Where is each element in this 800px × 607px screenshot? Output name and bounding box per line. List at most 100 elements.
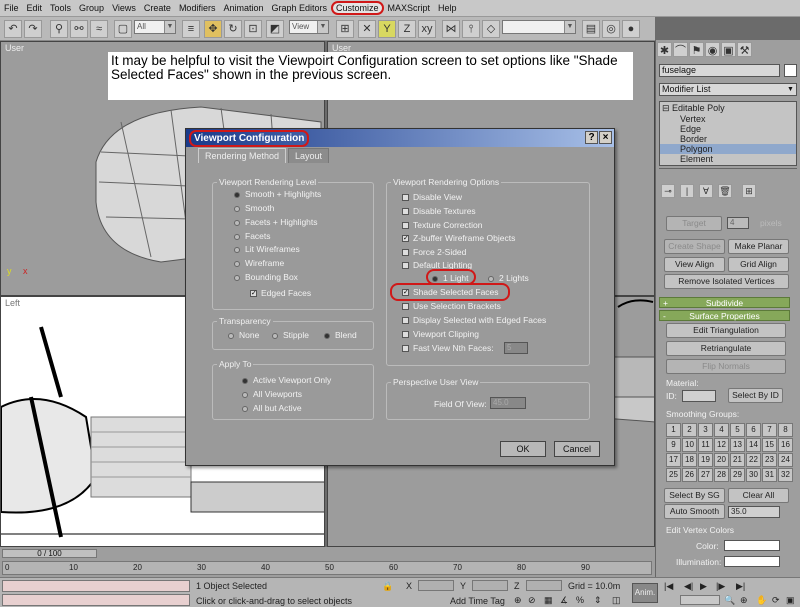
smoothing-group-button[interactable]: 24 (778, 453, 793, 467)
select-by-id-button[interactable]: Select By ID (728, 388, 783, 403)
angle-snap-icon[interactable]: ∡ (560, 595, 568, 606)
utilities-tab-icon[interactable]: ⚒ (737, 42, 752, 57)
checkbox-disable-view[interactable]: Disable View (402, 192, 462, 202)
select-scale-icon[interactable]: ⊡ (244, 20, 262, 38)
radio-1-light[interactable]: 1 Light (432, 273, 469, 283)
select-move-icon[interactable]: ✥ (204, 20, 222, 38)
smoothing-group-button[interactable]: 11 (698, 438, 713, 452)
checkbox-viewport-clipping[interactable]: Viewport Clipping (402, 329, 479, 339)
smoothing-group-button[interactable]: 18 (682, 453, 697, 467)
configure-sets-icon[interactable]: ⊞ (742, 184, 756, 198)
smoothing-group-button[interactable]: 16 (778, 438, 793, 452)
checkbox-fast-view-nth[interactable]: Fast View Nth Faces: (402, 343, 494, 353)
menu-animation[interactable]: Animation (219, 3, 267, 13)
zoom-all-icon[interactable]: ⊕ (740, 595, 748, 606)
menu-edit[interactable]: Edit (23, 3, 47, 13)
object-color-swatch[interactable] (784, 64, 797, 77)
menu-views[interactable]: Views (108, 3, 140, 13)
named-selection-dropdown[interactable]: ▼ (502, 20, 576, 34)
subdivide-rollout[interactable]: + Subdivide (659, 297, 790, 308)
track-bar[interactable]: 0 10 20 30 40 50 60 70 80 90 (2, 561, 652, 575)
menu-tools[interactable]: Tools (46, 3, 75, 13)
checkbox-use-selection-brackets[interactable]: Use Selection Brackets (402, 301, 501, 311)
make-unique-icon[interactable]: ∀ (699, 184, 713, 198)
zoom-icon[interactable]: 🔍 (724, 595, 735, 606)
surface-properties-rollout[interactable]: - Surface Properties (659, 310, 790, 321)
smoothing-group-button[interactable]: 7 (762, 423, 777, 437)
x-coord-field[interactable] (418, 580, 454, 591)
radio-2-lights[interactable]: 2 Lights (488, 273, 529, 283)
previous-frame-icon[interactable]: ◀| (684, 581, 693, 592)
radio-all-but-active[interactable]: All but Active (242, 403, 302, 413)
radio-facets-highlights[interactable]: Facets + Highlights (234, 217, 318, 227)
remove-isolated-vertices-button[interactable]: Remove Isolated Vertices (664, 274, 789, 289)
next-frame-icon[interactable]: |▶ (716, 581, 725, 592)
smoothing-group-button[interactable]: 28 (714, 468, 729, 482)
smoothing-group-button[interactable]: 21 (730, 453, 745, 467)
radio-facets[interactable]: Facets (234, 231, 271, 241)
smoothing-group-button[interactable]: 3 (698, 423, 713, 437)
smoothing-group-button[interactable]: 23 (762, 453, 777, 467)
pin-stack-icon[interactable]: ⊸ (661, 184, 675, 198)
spinner-snap-icon[interactable]: ⇕ (594, 595, 602, 606)
window-crossing-icon[interactable]: ◫ (612, 595, 621, 606)
radio-all-viewports[interactable]: All Viewports (242, 389, 302, 399)
stack-editable-poly[interactable]: ⊟ Editable Poly (662, 103, 725, 114)
create-shape-button[interactable]: Create Shape (664, 239, 725, 254)
undo-icon[interactable]: ↶ (4, 20, 22, 38)
smoothing-group-button[interactable]: 12 (714, 438, 729, 452)
menu-help[interactable]: Help (434, 3, 461, 13)
smoothing-group-button[interactable]: 25 (666, 468, 681, 482)
motion-tab-icon[interactable]: ◉ (705, 42, 720, 57)
target-button[interactable]: Target (666, 216, 722, 231)
lock-icon[interactable]: 🔒 (382, 581, 393, 592)
color-swatch[interactable] (724, 540, 780, 551)
percent-snap-icon[interactable]: % (576, 595, 584, 605)
smoothing-group-button[interactable]: 22 (746, 453, 761, 467)
arc-rotate-icon[interactable]: ⟳ (772, 595, 780, 606)
animate-button[interactable]: Anim. (632, 583, 658, 603)
auto-smooth-spinner[interactable]: 35.0 (728, 506, 780, 518)
unlink-icon[interactable]: ⚯ (70, 20, 88, 38)
smoothing-group-button[interactable]: 32 (778, 468, 793, 482)
checkbox-edged-faces[interactable]: ✓ Edged Faces (250, 288, 311, 298)
target-spinner[interactable]: 4 (727, 217, 749, 229)
selection-lock-icon[interactable]: ⊕ (514, 595, 522, 606)
remove-modifier-icon[interactable]: 🗑 (718, 184, 732, 198)
smoothing-group-button[interactable]: 27 (698, 468, 713, 482)
menu-customize[interactable]: Customize (331, 1, 384, 15)
fov-spinner[interactable]: 45.0 (490, 397, 526, 409)
view-align-button[interactable]: View Align (664, 257, 725, 272)
mirror-icon[interactable]: ⋈ (442, 20, 460, 38)
radio-active-viewport-only[interactable]: Active Viewport Only (242, 375, 331, 385)
axis-xy-icon[interactable]: xy (418, 20, 436, 38)
smoothing-group-button[interactable]: 9 (666, 438, 681, 452)
object-name-field[interactable]: fuselage (659, 64, 780, 77)
smoothing-group-button[interactable]: 2 (682, 423, 697, 437)
axis-y-icon[interactable]: Y (378, 20, 396, 38)
pivot-icon[interactable]: ⊞ (336, 20, 354, 38)
selection-filter-dropdown[interactable]: All ▼ (134, 20, 176, 34)
flip-normals-button[interactable]: Flip Normals (666, 359, 786, 374)
current-frame-field[interactable] (680, 595, 720, 605)
smoothing-group-button[interactable]: 10 (682, 438, 697, 452)
smoothing-group-button[interactable]: 20 (714, 453, 729, 467)
radio-transparency-stipple[interactable]: Stipple (272, 330, 309, 340)
play-icon[interactable]: ▶ (700, 581, 707, 592)
select-rotate-icon[interactable]: ↻ (224, 20, 242, 38)
named-selection-icon[interactable]: ◇ (482, 20, 500, 38)
checkbox-display-selected-edged[interactable]: Display Selected with Edged Faces (402, 315, 546, 325)
edit-triangulation-button[interactable]: Edit Triangulation (666, 323, 786, 338)
radio-wireframe[interactable]: Wireframe (234, 258, 284, 268)
axis-z-icon[interactable]: Z (398, 20, 416, 38)
close-button[interactable]: × (599, 131, 612, 144)
bind-space-warp-icon[interactable]: ≈ (90, 20, 108, 38)
maxscript-output[interactable] (2, 594, 190, 606)
auto-smooth-button[interactable]: Auto Smooth (664, 504, 725, 519)
maxscript-listener[interactable] (2, 580, 190, 592)
add-time-tag-button[interactable]: Add Time Tag (450, 596, 505, 606)
link-icon[interactable]: ⚲ (50, 20, 68, 38)
help-button[interactable]: ? (585, 131, 598, 144)
stack-border[interactable]: Border (680, 134, 707, 144)
pan-icon[interactable]: ✋ (756, 595, 767, 606)
